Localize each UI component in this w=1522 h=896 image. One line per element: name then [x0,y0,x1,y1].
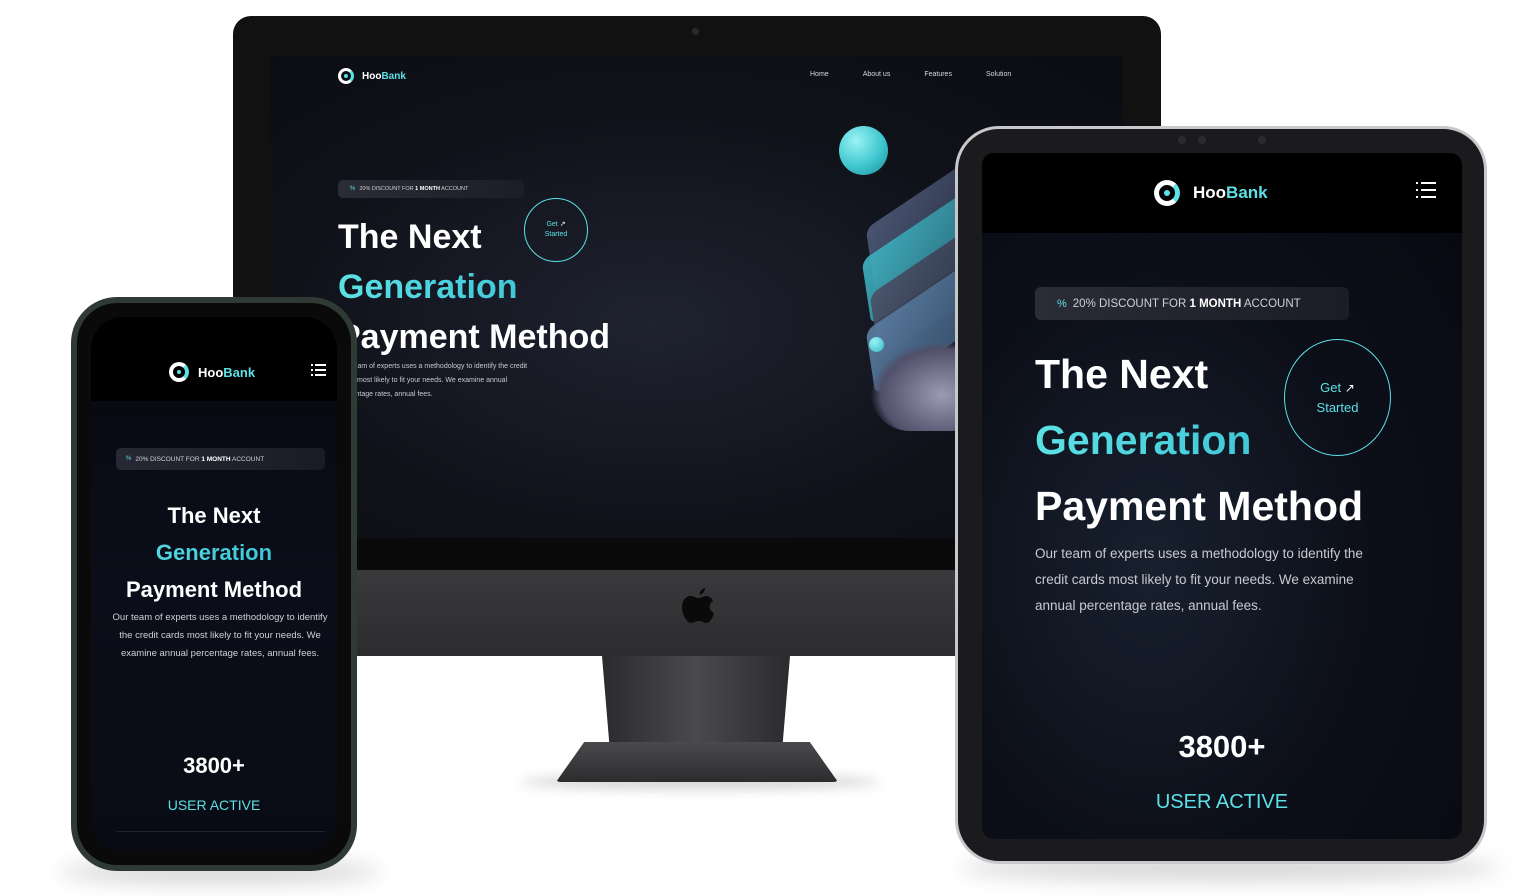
get-started-line2: Started [1316,400,1359,415]
arrow-up-right-icon: ↗ [1344,381,1355,395]
get-started-line1: Get [546,221,558,228]
brand-name-part1: Hoo [1193,183,1227,202]
stat-label: USER ACTIVE [1155,791,1289,813]
nav-home[interactable]: Home [810,71,829,78]
percent-icon: % [1057,297,1067,310]
discount-badge: % 20% DISCOUNT FOR 1 MONTH ACCOUNT [338,180,524,198]
tablet-header: HooBank [982,153,1462,233]
hero-paragraph: Our team of experts uses a methodology t… [112,612,328,659]
tablet-website: HooBank % 20% DISCOUNT FOR 1 MONTH ACCOU… [982,153,1462,839]
apple-logo-icon [682,588,714,623]
get-started-line1: Get [1320,380,1342,395]
percent-icon: % [350,186,356,192]
hoobank-logo-icon [1154,180,1180,206]
tablet-device: HooBank % 20% DISCOUNT FOR 1 MONTH ACCOU… [955,126,1487,864]
imac-camera [692,28,699,35]
brand-name-part2: Bank [381,70,406,82]
stat-value: 3800+ [1178,729,1266,764]
menu-icon[interactable] [311,363,326,376]
hero-paragraph: Our team of experts uses a methodology t… [338,363,528,398]
desktop-logo[interactable]: HooBank [338,68,406,84]
badge-prefix: 20% DISCOUNT FOR [359,186,416,192]
nav-about-us[interactable]: About us [863,71,891,78]
badge-highlight: 1 MONTH [1189,297,1242,310]
brand-name-part2: Bank [1226,183,1268,202]
tablet-sensor [1178,136,1186,144]
stat-label: USER ACTIVE [167,797,261,813]
decorative-orb-small [869,337,884,352]
heading-line-3: Payment Method [125,577,303,602]
brand-name-part1: Hoo [198,364,224,380]
imac-stand-foot [556,742,838,782]
mobile-website: HooBank % 20% DISCOUNT FOR 1 MONTH ACCOU… [91,317,337,851]
badge-highlight: 1 MONTH [201,455,231,463]
phone-bezel: HooBank % 20% DISCOUNT FOR 1 MONTH ACCOU… [77,303,351,865]
discount-badge: % 20% DISCOUNT FOR 1 MONTH ACCOUNT [116,448,325,470]
get-started-button[interactable]: Get ↗ Started [524,198,588,262]
hoobank-logo-icon [338,68,354,84]
percent-icon: % [126,456,132,462]
imac-stand [602,656,790,746]
mobile-header: HooBank [91,317,337,401]
badge-prefix: 20% DISCOUNT FOR [135,455,202,463]
tablet-camera [1198,136,1206,144]
heading-line-3: Payment Method [338,318,611,356]
get-started-button[interactable]: Get ↗ Started [1284,339,1391,456]
divider [116,831,325,832]
phone-device: HooBank % 20% DISCOUNT FOR 1 MONTH ACCOU… [71,297,357,871]
tablet-sensor [1258,136,1266,144]
badge-suffix: ACCOUNT [230,455,265,463]
nav-solution[interactable]: Solution [986,71,1011,78]
heading-line-1: The Next [167,503,261,528]
nav-features[interactable]: Features [924,71,952,78]
mobile-logo[interactable]: HooBank [169,362,255,382]
desktop-nav: Home About us Features Solution [810,71,1011,78]
badge-highlight: 1 MONTH [415,186,440,192]
heading-line-2: Generation [91,534,337,571]
get-started-line2: Started [544,231,568,238]
decorative-orb [839,126,888,175]
tablet-logo[interactable]: HooBank [1154,180,1268,206]
discount-badge: % 20% DISCOUNT FOR 1 MONTH ACCOUNT [1035,287,1349,320]
hero-heading: The Next Generation Payment Method [91,497,337,608]
heading-line-2: Generation [338,262,610,312]
badge-suffix: ACCOUNT [439,186,469,192]
menu-icon[interactable] [1416,181,1436,199]
brand-name-part1: Hoo [362,70,382,82]
hero-paragraph: Our team of experts uses a methodology t… [1035,546,1363,613]
brand-name-part2: Bank [223,364,256,380]
heading-line-3: Payment Method [1035,483,1364,529]
arrow-up-right-icon: ↗ [559,221,566,228]
badge-prefix: 20% DISCOUNT FOR [1072,297,1190,310]
badge-suffix: ACCOUNT [1241,297,1301,310]
hoobank-logo-icon [169,362,189,382]
stat-value: 3800+ [183,753,245,778]
